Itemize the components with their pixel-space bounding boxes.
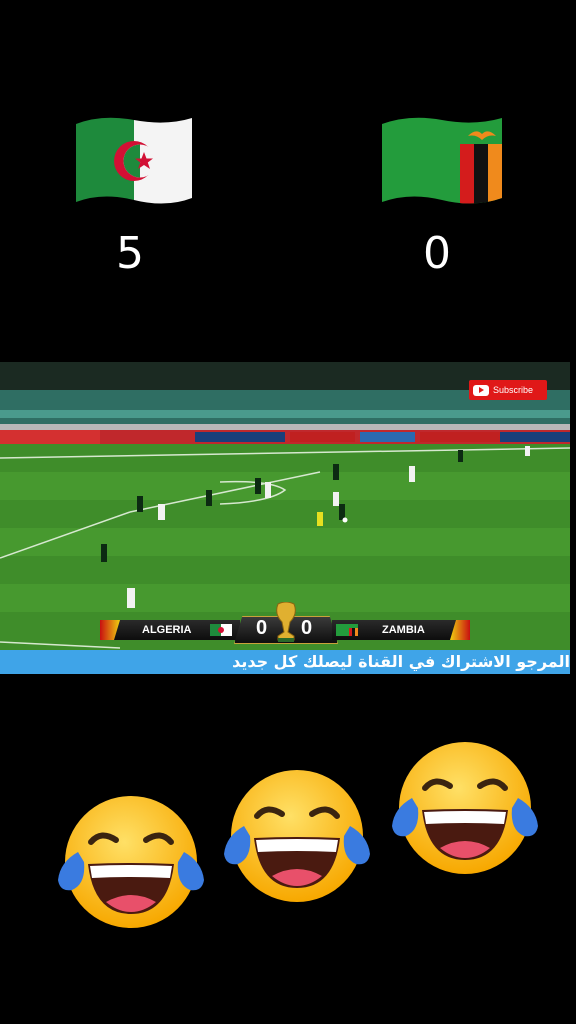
scorebug: ALGERIA 0 0 ZAMBIA (100, 602, 470, 644)
away-score: 0 (423, 228, 451, 279)
subscribe-label: Subscribe (493, 385, 534, 395)
face-with-tears-of-joy-icon (386, 738, 544, 878)
subscribe-button[interactable]: Subscribe (469, 380, 547, 400)
zambia-flag-icon (380, 114, 504, 210)
algeria-flag-icon (72, 114, 196, 210)
match-video-frame[interactable]: Subscribe ALGERIA 0 0 ZAMBIA المرجو الاش… (0, 362, 570, 674)
face-with-tears-of-joy-icon (218, 766, 376, 906)
face-with-tears-of-joy-icon (56, 792, 206, 932)
scorebug-away-team: ZAMBIA (382, 624, 425, 636)
scorebug-away: ZAMBIA (332, 620, 470, 640)
scorebug-home-goals: 0 (256, 617, 268, 639)
scorebug-away-goals: 0 (301, 617, 313, 639)
scorebug-accent-right (450, 620, 470, 640)
home-score: 5 (116, 228, 144, 279)
ticker-text: المرجو الاشتراك في القناة ليصلك كل جديد (232, 652, 570, 671)
scorebug-home: ALGERIA (100, 620, 240, 640)
trophy-icon (276, 602, 296, 642)
youtube-play-icon (473, 384, 489, 396)
algeria-mini-flag-icon (210, 624, 232, 636)
scorebug-home-team: ALGERIA (142, 624, 192, 636)
zambia-mini-flag-icon (336, 624, 358, 636)
scorebug-accent-left (100, 620, 120, 640)
news-ticker: المرجو الاشتراك في القناة ليصلك كل جديد (0, 650, 570, 674)
